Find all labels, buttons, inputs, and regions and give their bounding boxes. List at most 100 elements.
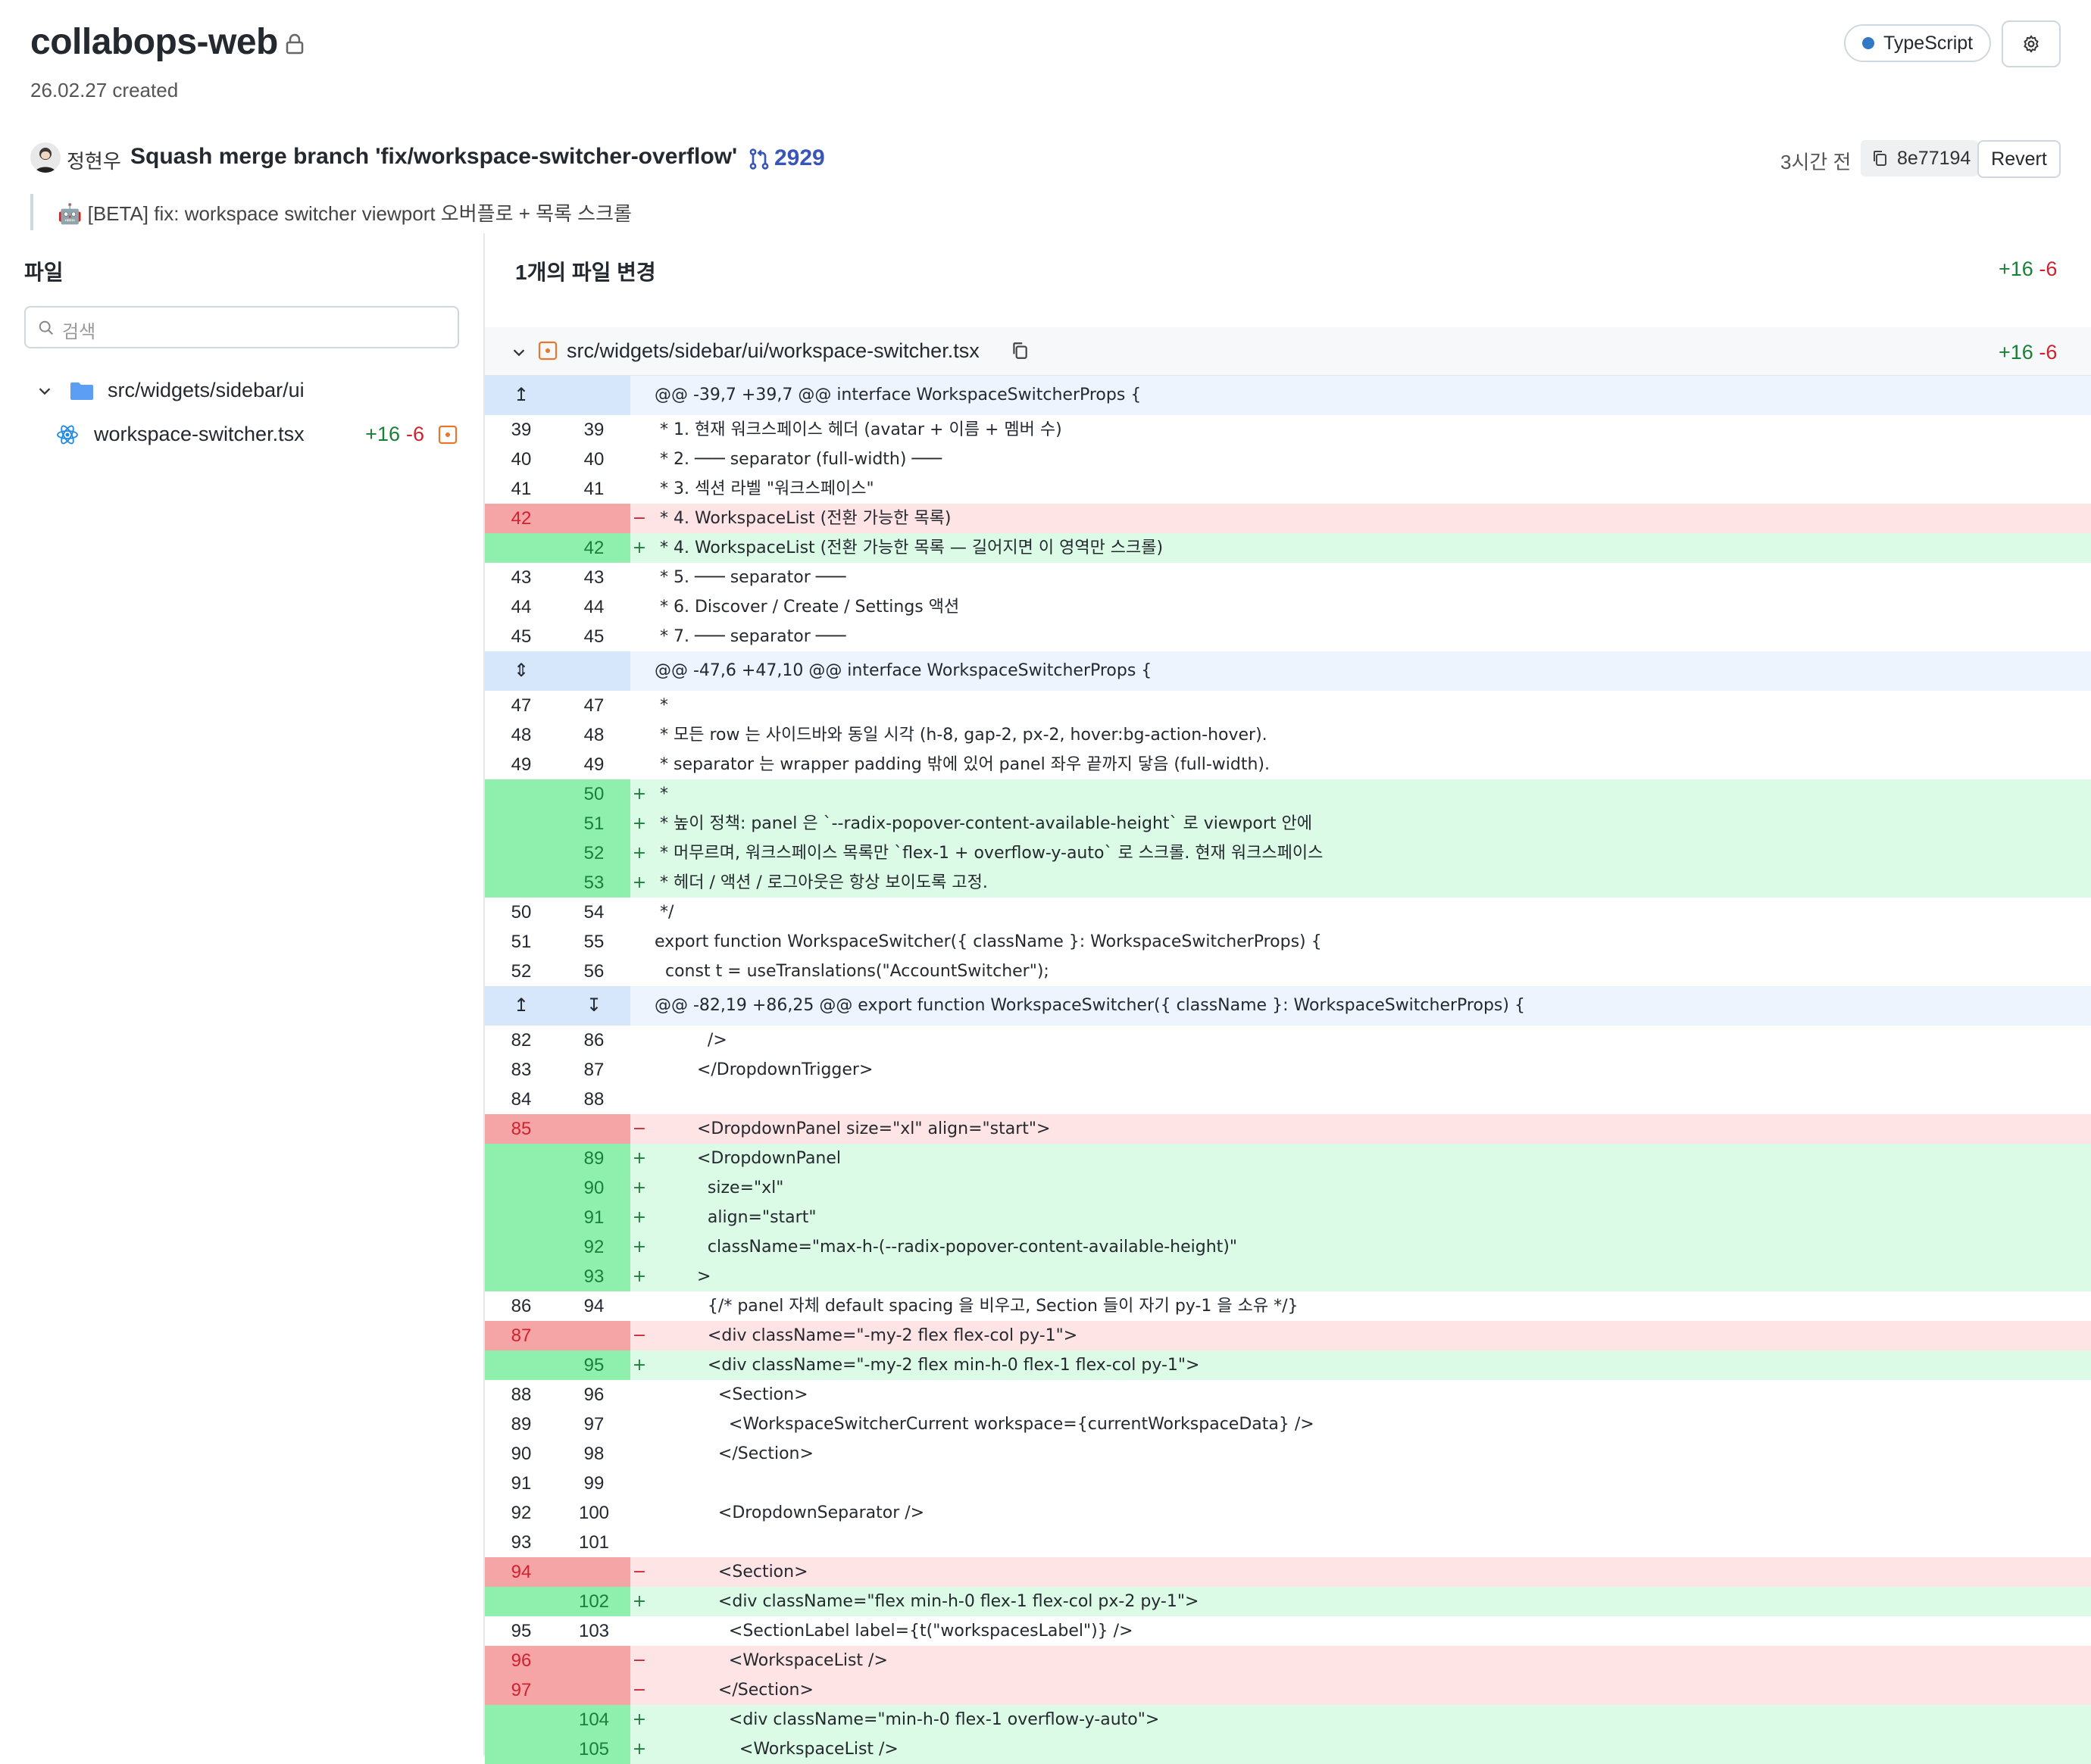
old-line-number bbox=[485, 868, 558, 898]
line-number-gutter: 52 bbox=[485, 838, 630, 868]
code-text: </DropdownTrigger> bbox=[655, 1060, 874, 1079]
tree-file[interactable]: workspace-switcher.tsx +16 -6 bbox=[56, 423, 458, 446]
diff-line-deleted: 87 − <div className="-my-2 flex flex-col … bbox=[485, 1321, 2091, 1350]
diff-line-added: 104 + <div className="min-h-0 flex-1 over… bbox=[485, 1705, 2091, 1734]
diff-line-added: 89 + <DropdownPanel bbox=[485, 1144, 2091, 1173]
new-line-number bbox=[558, 1321, 630, 1350]
chevron-down-icon[interactable] bbox=[511, 344, 527, 361]
diff-line: 83 87 </DropdownTrigger> bbox=[485, 1055, 2091, 1085]
file-path: src/widgets/sidebar/ui/workspace-switche… bbox=[567, 339, 980, 362]
code-text: </Section> bbox=[655, 1444, 814, 1463]
expand-down-icon[interactable] bbox=[558, 376, 630, 415]
diff-hunk-header[interactable]: ↥ @@ -39,7 +39,7 @@ interface WorkspaceSw… bbox=[485, 376, 2091, 415]
new-line-number: 97 bbox=[583, 1414, 605, 1435]
diff-marker bbox=[630, 445, 649, 474]
diff-hunk-header[interactable]: ⇕ @@ -47,6 +47,10 @@ interface WorkspaceS… bbox=[485, 651, 2091, 691]
code-text: * bbox=[655, 696, 668, 715]
diff-marker bbox=[630, 1291, 649, 1321]
expand-up-icon[interactable]: ↥ bbox=[485, 986, 558, 1026]
file-diff-header[interactable]: src/widgets/sidebar/ui/workspace-switche… bbox=[485, 327, 2091, 376]
code-text: <DropdownPanel size="xl" align="start"> bbox=[655, 1119, 1051, 1138]
new-line-number: 56 bbox=[583, 961, 605, 982]
old-line-number bbox=[485, 1350, 558, 1380]
sidebar-title: 파일 bbox=[24, 261, 64, 284]
new-line-number: 91 bbox=[583, 1207, 605, 1228]
file-search-input[interactable]: 검색 bbox=[24, 306, 459, 348]
new-line-number bbox=[558, 504, 630, 533]
line-number-gutter: 42 bbox=[485, 533, 630, 563]
diff-marker: − bbox=[632, 1651, 647, 1670]
diff-hunk-header[interactable]: ↥ ↧ @@ -82,19 +86,25 @@ export function Wo… bbox=[485, 986, 2091, 1026]
diff-marker bbox=[630, 563, 649, 592]
pr-number-link[interactable]: 2929 bbox=[774, 145, 825, 171]
diff-marker bbox=[630, 691, 649, 720]
diff-marker: + bbox=[632, 1208, 647, 1227]
code-text: <WorkspaceList /> bbox=[655, 1740, 899, 1759]
new-line-number: 105 bbox=[578, 1739, 610, 1759]
search-icon bbox=[39, 320, 53, 335]
diff-line: 47 47 * bbox=[485, 691, 2091, 720]
diff-line: 50 54 */ bbox=[485, 898, 2091, 927]
new-line-number: 99 bbox=[583, 1473, 605, 1494]
line-number-gutter: 41 41 bbox=[485, 474, 630, 504]
old-line-number bbox=[485, 1262, 558, 1291]
old-line-number: 86 bbox=[511, 1296, 532, 1316]
old-line-number bbox=[485, 1173, 558, 1203]
code-text: * 1. 현재 워크스페이스 헤더 (avatar + 이름 + 멤버 수) bbox=[655, 420, 1062, 439]
old-line-number: 49 bbox=[511, 754, 532, 775]
old-line-number: 82 bbox=[511, 1030, 532, 1051]
file-header-additions: +16 bbox=[1999, 341, 2033, 364]
line-number-gutter: 51 55 bbox=[485, 927, 630, 957]
code-text: * 3. 섹션 라벨 "워크스페이스" bbox=[655, 479, 874, 498]
old-line-number: 83 bbox=[511, 1060, 532, 1080]
line-number-gutter: 47 47 bbox=[485, 691, 630, 720]
line-number-gutter: ↥ bbox=[485, 376, 630, 415]
changes-stat: +16 -6 bbox=[1999, 258, 2057, 281]
pull-request-icon bbox=[749, 148, 769, 170]
diff-marker bbox=[630, 415, 649, 445]
diff-marker bbox=[630, 1498, 649, 1528]
commit-author[interactable]: 정현우 bbox=[67, 146, 121, 174]
expand-down-icon[interactable] bbox=[558, 651, 630, 691]
expand-down-icon[interactable]: ↧ bbox=[558, 986, 630, 1026]
new-line-number: 101 bbox=[578, 1532, 610, 1553]
new-line-number: 45 bbox=[583, 626, 605, 647]
code-text: * 4. WorkspaceList (전환 가능한 목록 — 길어지면 이 영… bbox=[655, 539, 1164, 557]
copy-path-icon[interactable] bbox=[1011, 341, 1029, 361]
file-stat: +16 -6 bbox=[1999, 341, 2057, 364]
changes-additions: +16 bbox=[1999, 258, 2033, 280]
old-line-number: 88 bbox=[511, 1385, 532, 1405]
diff-marker: − bbox=[632, 1326, 647, 1345]
tree-folder[interactable]: src/widgets/sidebar/ui bbox=[36, 379, 305, 402]
diff-marker bbox=[630, 1439, 649, 1469]
code-text: size="xl" bbox=[655, 1179, 784, 1197]
expand-up-icon[interactable]: ⇕ bbox=[485, 651, 558, 691]
diff-line: 82 86 /> bbox=[485, 1026, 2091, 1055]
hunk-header-text: @@ -82,19 +86,25 @@ export function Work… bbox=[655, 996, 1525, 1015]
diff-marker bbox=[630, 720, 649, 750]
commit-time: 3시간 전 bbox=[1780, 151, 1852, 173]
file-deletions: -6 bbox=[405, 423, 424, 445]
diff-marker bbox=[630, 1085, 649, 1114]
diff-line-added: 95 + <div className="-my-2 flex min-h-0 f… bbox=[485, 1350, 2091, 1380]
code-text: <Section> bbox=[655, 1563, 808, 1581]
new-line-number: 94 bbox=[583, 1296, 605, 1316]
diff-marker bbox=[630, 1410, 649, 1439]
expand-up-icon[interactable]: ↥ bbox=[485, 376, 558, 415]
diff-marker bbox=[630, 622, 649, 651]
diff-line: 95 103 <SectionLabel label={t("workspaces… bbox=[485, 1616, 2091, 1646]
language-badge[interactable]: TypeScript bbox=[1844, 24, 1992, 62]
code-text: export function WorkspaceSwitcher({ clas… bbox=[655, 932, 1322, 951]
commit-hash-copy-button[interactable]: 8e77194 bbox=[1861, 140, 1979, 176]
settings-button[interactable] bbox=[2002, 20, 2061, 67]
revert-button[interactable]: Revert bbox=[1977, 140, 2061, 178]
avatar[interactable] bbox=[30, 142, 61, 173]
new-line-number: 52 bbox=[583, 843, 605, 863]
new-line-number: 49 bbox=[583, 754, 605, 775]
line-number-gutter: 40 40 bbox=[485, 445, 630, 474]
old-line-number: 97 bbox=[511, 1680, 532, 1700]
code-text: <div className="min-h-0 flex-1 overflow-… bbox=[655, 1710, 1160, 1729]
new-line-number: 98 bbox=[583, 1444, 605, 1464]
